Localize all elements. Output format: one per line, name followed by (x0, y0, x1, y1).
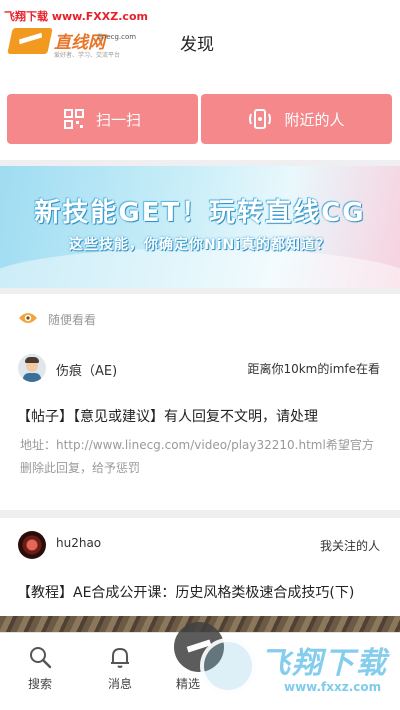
logo-mark-icon (7, 28, 53, 54)
scan-label: 扫一扫 (95, 110, 141, 129)
tab-search-label: 搜索 (27, 677, 52, 691)
watermark-url: www.fxxz.com (284, 680, 382, 694)
eye-icon (19, 313, 37, 323)
page-title: 发现 (180, 35, 214, 55)
qr-scan-icon (63, 109, 84, 129)
nearby-signal-icon (249, 109, 272, 129)
tab-messages-label: 消息 (107, 677, 132, 691)
app-logo[interactable]: 直线网 linecg.com 爱好者、学习、交流平台 (7, 26, 140, 60)
bell-icon (111, 648, 129, 668)
tab-messages[interactable]: 消息 (90, 645, 150, 692)
watermark-logo: 飞翔下载 www.fxxz.com (200, 636, 396, 700)
banner-wave-decoration (0, 248, 400, 288)
avatar[interactable] (18, 531, 46, 559)
section-header: 随便看看 (0, 294, 400, 343)
watermark-top-text: 飞翔下载 www.FXXZ.com (4, 10, 148, 23)
search-icon (30, 647, 52, 669)
quick-actions: 扫一扫 附近的人 (0, 74, 400, 160)
promo-banner[interactable]: 新技能GET！玩转直线CG 这些技能，你确定你NiNi真的都知道？ (0, 166, 400, 288)
post-meta: 我关注的人 (319, 539, 380, 553)
post-title[interactable]: 【帖子】【意见或建议】有人回复不文明，请处理 (17, 406, 318, 426)
tab-search[interactable]: 搜索 (10, 645, 70, 692)
post-meta: 距离你10km的imfe在看 (247, 362, 380, 376)
watermark-circle-icon (200, 638, 256, 694)
post-body: 地址：http://www.linecg.com/video/play32210… (20, 438, 374, 475)
scan-button[interactable]: 扫一扫 (7, 94, 198, 144)
section-label: 随便看看 (48, 313, 97, 327)
post-card[interactable]: hu2hao 我关注的人 【教程】AE合成公开课：历史风格类极速合成技巧(下) (0, 518, 400, 626)
post-card[interactable]: 伤痕（AE) 距离你10km的imfe在看 【帖子】【意见或建议】有人回复不文明… (0, 342, 400, 510)
logo-slogan: 爱好者、学习、交流平台 (54, 52, 121, 59)
banner-subtitle: 这些技能，你确定你NiNi真的都知道？ (68, 237, 332, 253)
watermark-logo-text: 飞翔下载 (260, 646, 388, 681)
post-title[interactable]: 【教程】AE合成公开课：历史风格类极速合成技巧(下) (17, 582, 354, 602)
top-header: 飞翔下载 www.FXXZ.com 直线网 linecg.com 爱好者、学习、… (0, 0, 400, 75)
banner-title: 新技能GET！玩转直线CG (34, 198, 366, 228)
avatar[interactable] (18, 354, 46, 382)
nearby-people-button[interactable]: 附近的人 (201, 94, 392, 144)
post-username[interactable]: hu2hao (56, 536, 101, 550)
nearby-label: 附近的人 (284, 110, 345, 129)
post-username[interactable]: 伤痕（AE) (56, 360, 117, 379)
logo-domain: linecg.com (98, 33, 137, 41)
